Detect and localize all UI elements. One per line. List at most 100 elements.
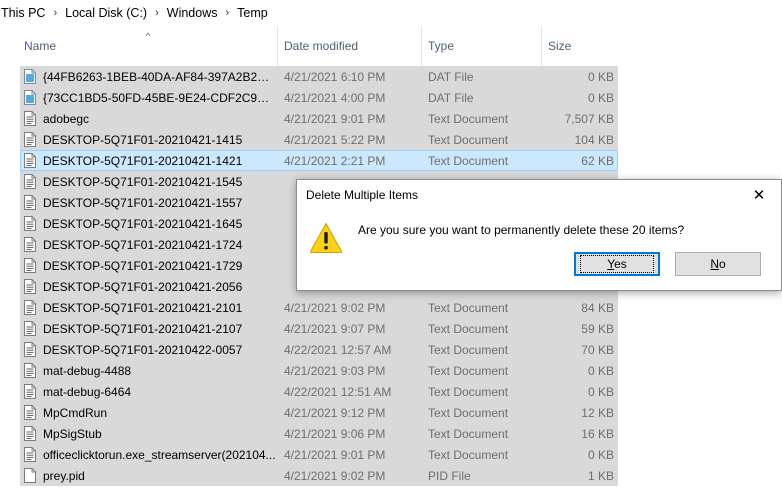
file-name-cell: DESKTOP-5Q71F01-20210421-1729: [24, 255, 276, 276]
file-row[interactable]: prey.pid 4/21/2021 9:02 PM PID File 1 KB: [20, 465, 618, 486]
text-document-icon: [24, 363, 36, 378]
text-document-icon: [24, 153, 36, 168]
file-name: {73CC1BD5-50FD-45BE-9E24-CDF2C9F45...: [43, 90, 276, 105]
file-type: Text Document: [428, 300, 509, 315]
warning-icon: [309, 222, 343, 253]
dat-file-icon: [24, 69, 36, 84]
file-row[interactable]: DESKTOP-5Q71F01-20210421-1421 4/21/2021 2…: [20, 150, 618, 171]
file-date: 4/22/2021 12:57 AM: [284, 342, 392, 357]
text-document-icon: [24, 216, 36, 231]
no-button[interactable]: No: [675, 252, 761, 276]
file-date: 4/22/2021 12:51 AM: [284, 384, 392, 399]
file-name: DESKTOP-5Q71F01-20210421-1415: [43, 132, 243, 147]
file-name: DESKTOP-5Q71F01-20210421-1557: [43, 195, 243, 210]
file-size: 70 KB: [581, 342, 614, 357]
file-date: 4/21/2021 9:12 PM: [284, 405, 386, 420]
text-document-icon: [24, 258, 36, 273]
file-type: Text Document: [428, 321, 509, 336]
file-name-cell: {73CC1BD5-50FD-45BE-9E24-CDF2C9F45...: [24, 87, 276, 108]
column-header-name[interactable]: Name ^: [18, 26, 277, 66]
file-name-cell: officeclicktorun.exe_streamserver(202104…: [24, 444, 276, 465]
file-size: 62 KB: [581, 153, 614, 168]
file-row[interactable]: MpSigStub 4/21/2021 9:06 PM Text Document 1…: [20, 423, 618, 444]
file-size: 0 KB: [587, 90, 614, 105]
text-document-icon: [24, 426, 36, 441]
file-name-cell: {44FB6263-1BEB-40DA-AF84-397A2B2E9...: [24, 66, 276, 87]
file-name-cell: DESKTOP-5Q71F01-20210421-1415: [24, 129, 276, 150]
file-row[interactable]: {44FB6263-1BEB-40DA-AF84-397A2B2E9... 4/2…: [20, 66, 618, 87]
file-name: prey.pid: [43, 468, 85, 483]
delete-dialog: Delete Multiple Items ✕ Are you sure you…: [296, 179, 782, 291]
file-type: Text Document: [428, 363, 509, 378]
file-size: 59 KB: [581, 321, 614, 336]
file-row[interactable]: {73CC1BD5-50FD-45BE-9E24-CDF2C9F45... 4/2…: [20, 87, 618, 108]
file-name: DESKTOP-5Q71F01-20210421-1645: [43, 216, 243, 231]
file-size: 84 KB: [581, 300, 614, 315]
yes-button-label: Yes: [580, 255, 654, 273]
file-row[interactable]: DESKTOP-5Q71F01-20210422-0057 4/22/2021 1…: [20, 339, 618, 360]
text-document-icon: [24, 174, 36, 189]
file-name: DESKTOP-5Q71F01-20210421-2107: [43, 321, 243, 336]
dialog-body: Are you sure you want to permanently del…: [297, 210, 781, 290]
file-row[interactable]: adobegc 4/21/2021 9:01 PM Text Document 7,5…: [20, 108, 618, 129]
chevron-right-icon[interactable]: ›: [151, 7, 163, 19]
file-name: mat-debug-6464: [43, 384, 132, 399]
file-name: mat-debug-4488: [43, 363, 132, 378]
column-header-date[interactable]: Date modified: [277, 26, 421, 66]
breadcrumb-windows[interactable]: Windows: [163, 6, 222, 20]
close-icon[interactable]: ✕: [737, 180, 781, 210]
file-date: 4/21/2021 2:21 PM: [284, 153, 386, 168]
file-name: DESKTOP-5Q71F01-20210421-1421: [43, 153, 243, 168]
file-type: Text Document: [428, 447, 509, 462]
file-type: DAT File: [428, 69, 474, 84]
file-name-cell: mat-debug-4488: [24, 360, 276, 381]
file-name-cell: DESKTOP-5Q71F01-20210421-2107: [24, 318, 276, 339]
breadcrumb-temp[interactable]: Temp: [233, 6, 272, 20]
file-date: 4/21/2021 9:03 PM: [284, 363, 386, 378]
column-header-type[interactable]: Type: [421, 26, 541, 66]
breadcrumb-this-pc[interactable]: This PC: [0, 6, 49, 20]
file-row[interactable]: DESKTOP-5Q71F01-20210421-1415 4/21/2021 5…: [20, 129, 618, 150]
file-name-cell: DESKTOP-5Q71F01-20210421-1724: [24, 234, 276, 255]
dat-file-icon: [24, 90, 36, 105]
column-header-size[interactable]: Size: [541, 26, 622, 66]
file-row[interactable]: MpCmdRun 4/21/2021 9:12 PM Text Document 12…: [20, 402, 618, 423]
breadcrumb-local-disk[interactable]: Local Disk (C:): [61, 6, 151, 20]
column-name-label: Name: [24, 39, 57, 53]
file-name: adobegc: [43, 111, 90, 126]
file-name-cell: mat-debug-6464: [24, 381, 276, 402]
file-name: DESKTOP-5Q71F01-20210421-1545: [43, 174, 243, 189]
file-name: DESKTOP-5Q71F01-20210421-2101: [43, 300, 243, 315]
file-name-cell: DESKTOP-5Q71F01-20210421-2056: [24, 276, 276, 297]
text-document-icon: [24, 384, 36, 399]
file-size: 16 KB: [581, 426, 614, 441]
file-row[interactable]: mat-debug-6464 4/22/2021 12:51 AM Text Doc…: [20, 381, 618, 402]
file-size: 0 KB: [587, 363, 614, 378]
file-size: 0 KB: [587, 69, 614, 84]
file-row[interactable]: mat-debug-4488 4/21/2021 9:03 PM Text Docu…: [20, 360, 618, 381]
breadcrumb: This PC › Local Disk (C:) › Windows › Te…: [0, 0, 782, 26]
file-row[interactable]: DESKTOP-5Q71F01-20210421-2107 4/21/2021 9…: [20, 318, 618, 339]
text-document-icon: [24, 237, 36, 252]
text-document-icon: [24, 447, 36, 462]
file-row[interactable]: DESKTOP-5Q71F01-20210421-2101 4/21/2021 9…: [20, 297, 618, 318]
dialog-titlebar[interactable]: Delete Multiple Items ✕: [297, 180, 781, 210]
file-row[interactable]: officeclicktorun.exe_streamserver(202104…: [20, 444, 618, 465]
file-date: 4/21/2021 9:06 PM: [284, 426, 386, 441]
file-size: 12 KB: [581, 405, 614, 420]
file-date: 4/21/2021 4:00 PM: [284, 90, 386, 105]
file-name: MpCmdRun: [43, 405, 108, 420]
file-size: 1 KB: [587, 468, 614, 483]
file-name-cell: adobegc: [24, 108, 276, 129]
dialog-message: Are you sure you want to permanently del…: [358, 223, 685, 237]
file-date: 4/21/2021 9:02 PM: [284, 300, 386, 315]
no-button-label: No: [710, 257, 726, 271]
file-date: 4/21/2021 6:10 PM: [284, 69, 386, 84]
dialog-title: Delete Multiple Items: [306, 188, 419, 202]
file-name-cell: DESKTOP-5Q71F01-20210422-0057: [24, 339, 276, 360]
file-name-cell: MpCmdRun: [24, 402, 276, 423]
yes-button[interactable]: Yes: [574, 252, 660, 276]
chevron-right-icon[interactable]: ›: [49, 7, 61, 19]
chevron-right-icon[interactable]: ›: [221, 7, 233, 19]
file-type: Text Document: [428, 384, 509, 399]
